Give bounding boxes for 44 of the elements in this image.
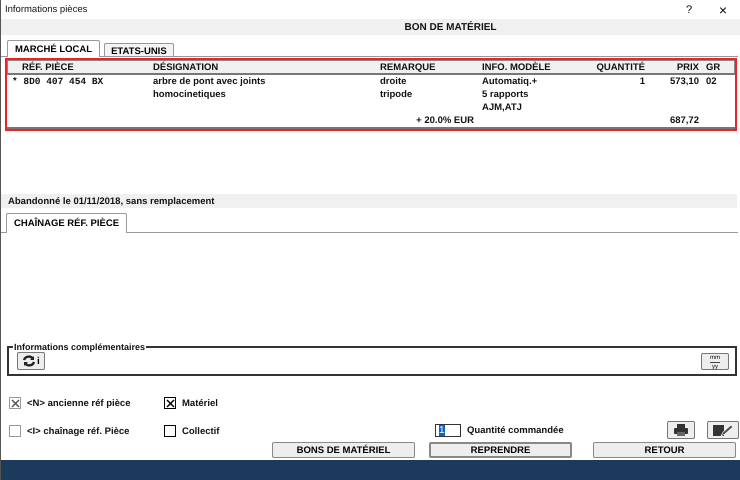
table-cell-text: homocinetiques <box>153 89 227 100</box>
column-header: RÉF. PIÈCE <box>21 62 75 72</box>
window-title: Informations pièces <box>5 4 88 15</box>
tab[interactable]: ETATS-UNIS <box>104 43 174 56</box>
table-cell-text: droite <box>380 76 408 87</box>
quantity-label: Quantité commandée <box>467 424 565 436</box>
table-cell-text: tripode <box>380 89 414 100</box>
column-header: GR <box>705 62 722 72</box>
quantity-field[interactable]: 1 <box>435 424 461 436</box>
table-cell-text: 02 <box>705 76 718 87</box>
checkbox-option[interactable]: Matériel <box>164 397 364 409</box>
edit-button[interactable] <box>707 421 739 439</box>
table-cell-text: 5 rapports <box>482 89 530 100</box>
status-text: Abandonné le 01/11/2018, sans remplacement <box>8 196 214 206</box>
print-button[interactable] <box>667 421 695 439</box>
refresh-button[interactable]: i <box>17 352 45 370</box>
table-cell-text: * 8D0 407 454 BX <box>11 76 104 87</box>
table-cell-text: AJM,ATJ <box>482 102 523 113</box>
checkbox-option[interactable]: Collectif <box>164 425 364 437</box>
column-header: DÉSIGNATION <box>153 62 220 72</box>
table-cell-text: Automatiq.+ <box>482 76 538 87</box>
dialog-button[interactable]: REPRENDRE <box>429 442 572 458</box>
column-header: QUANTITÉ <box>595 62 645 72</box>
header-title: BON DE MATÉRIEL <box>404 22 497 32</box>
table-cell-text: arbre de pont avec joints <box>153 76 266 87</box>
column-header: INFO. MODÈLE <box>482 62 552 72</box>
column-header: REMARQUE <box>380 62 436 72</box>
table-cell-text: 573,10 <box>668 76 699 87</box>
checkbox[interactable] <box>164 397 176 409</box>
dialog-button[interactable]: BONS DE MATÉRIEL <box>272 442 415 458</box>
close-button[interactable]: × <box>706 2 740 18</box>
column-header: PRIX <box>676 62 699 72</box>
group-title: Informations complémentaires <box>13 342 146 352</box>
refresh-icon <box>22 355 36 367</box>
tab[interactable]: MARCHÉ LOCAL <box>7 40 100 57</box>
printer-icon <box>674 424 688 436</box>
tab[interactable]: CHAÎNAGE RÉF. PIÈCE <box>6 213 128 233</box>
dialog-button[interactable]: RETOUR <box>593 442 736 458</box>
checkbox[interactable] <box>164 425 176 437</box>
tax-label: + 20.0% EUR <box>415 114 475 126</box>
help-button[interactable]: ? <box>672 4 706 16</box>
total-price: 687,72 <box>668 114 699 126</box>
edit-document-icon <box>712 424 734 436</box>
table-cell-text: 1 <box>638 76 645 87</box>
